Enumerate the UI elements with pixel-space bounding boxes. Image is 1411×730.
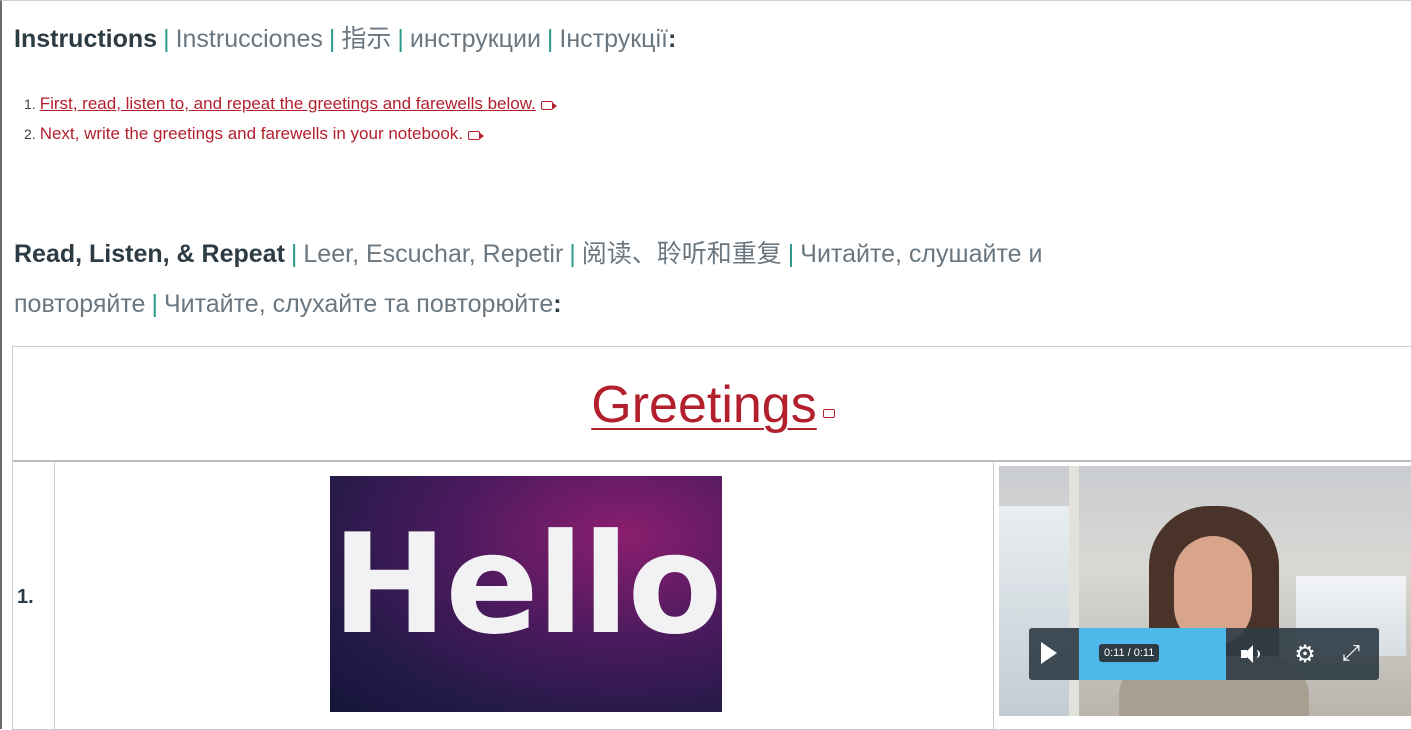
progress-bar[interactable]: 0:11 / 0:11 [1079, 628, 1226, 680]
play-icon[interactable] [1041, 642, 1057, 664]
separator: | [328, 25, 336, 53]
read-heading-line-2: повторяйте | Читайте, слухайте та повторюй… [14, 286, 562, 322]
external-link-icon [540, 101, 557, 110]
video-player[interactable]: 0:11 / 0:11 ⚙ ⤢ [999, 466, 1411, 716]
instructions-heading: Instructions | Instrucciones | 指示 | инструкции… [14, 21, 676, 57]
fullscreen-icon[interactable]: ⤢ [1339, 642, 1363, 666]
read-alt-es: Leer, Escuchar, Repetir [303, 240, 564, 268]
instructions-alt-es: Instrucciones [175, 25, 323, 53]
separator: | [290, 240, 298, 268]
greetings-link[interactable]: Greetings [591, 376, 816, 434]
table-row: 1. Hello 0:11 / 0:11 ⚙ ⤢ [13, 462, 1411, 729]
separator: | [787, 240, 795, 268]
instructions-alt-uk: Інструкції [559, 25, 669, 53]
separator: | [569, 240, 576, 268]
hello-image: Hello [330, 476, 722, 712]
steps-list: 1. First, read, listen to, and repeat the… [24, 89, 557, 149]
step-2-text: Next, write the greetings and farewells … [39, 124, 464, 143]
read-alt-zh: 阅读、聆听和重复 [581, 240, 782, 268]
read-alt-ru-part1: Читайте, слушайте и [800, 240, 1043, 268]
external-link-icon [822, 409, 835, 418]
gear-icon[interactable]: ⚙ [1293, 642, 1317, 666]
row-number: 1. [17, 586, 34, 608]
greetings-table: Greetings 1. Hello 0:11 / 0:11 ⚙ ⤢ [12, 346, 1411, 730]
instructions-alt-zh: 指示 [341, 25, 392, 53]
read-alt-uk: Читайте, слухайте та повторюйте [163, 290, 554, 318]
instructions-title: Instructions [14, 25, 158, 53]
volume-icon-cone [1244, 645, 1253, 663]
heading-colon: : [553, 290, 562, 318]
step-item: 1. First, read, listen to, and repeat the… [24, 89, 557, 119]
page-content: Instructions | Instrucciones | 指示 | инструкции… [0, 0, 1411, 730]
external-link-icon [468, 131, 485, 140]
separator: | [163, 25, 170, 53]
separator: | [546, 25, 554, 53]
instructions-alt-ru: инструкции [409, 25, 541, 53]
greetings-title: Greetings [13, 375, 1411, 435]
heading-colon: : [668, 25, 677, 53]
separator: | [151, 290, 158, 318]
hello-image-text: Hello [331, 504, 722, 665]
video-controls: 0:11 / 0:11 ⚙ ⤢ [1029, 628, 1379, 680]
step-1-link[interactable]: First, read, listen to, and repeat the g… [40, 94, 536, 113]
video-cell: 0:11 / 0:11 ⚙ ⤢ [994, 462, 1411, 729]
step-number: 1. [24, 96, 36, 112]
step-item: 2. Next, write the greetings and farewell… [24, 119, 553, 149]
image-cell: Hello [55, 462, 994, 729]
read-heading-line-1: Read, Listen, & Repeat | Leer, Escuchar, R… [14, 236, 1042, 272]
video-frame-window [999, 506, 1069, 716]
volume-icon-wave [1254, 650, 1260, 658]
read-heading-title: Read, Listen, & Repeat [14, 240, 285, 268]
volume-icon[interactable] [1241, 645, 1261, 663]
step-number: 2. [24, 126, 36, 142]
row-number-cell: 1. [13, 462, 55, 729]
read-alt-ru-part2: повторяйте [14, 290, 146, 318]
separator: | [397, 25, 404, 53]
time-display: 0:11 / 0:11 [1099, 644, 1160, 662]
table-header: Greetings [13, 347, 1411, 462]
